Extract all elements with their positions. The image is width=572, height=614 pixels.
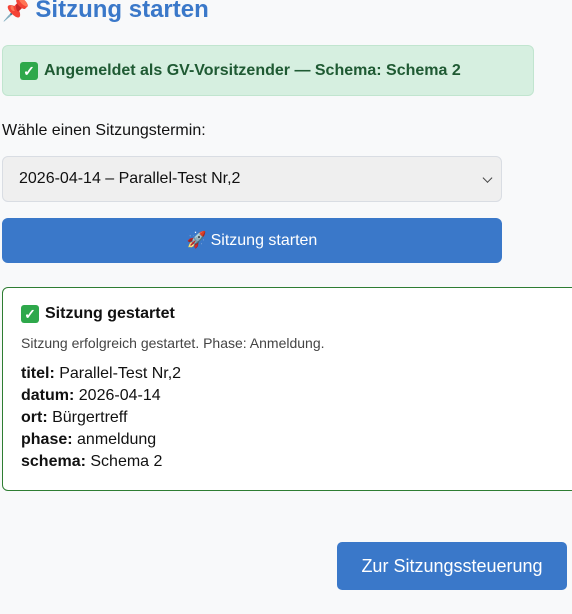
session-started-title-text: Sitzung gestartet [45, 305, 175, 322]
detail-value: Schema 2 [90, 453, 163, 470]
start-session-label: Sitzung starten [210, 231, 318, 249]
detail-key: titel: [21, 365, 55, 382]
login-status-text: Angemeldet als GV-Vorsitzender — Schema:… [44, 61, 461, 79]
detail-row-title: titel: Parallel-Test Nr,2 [21, 363, 563, 385]
check-mark-icon: ✓ [20, 61, 38, 80]
detail-row-phase: phase: anmeldung [21, 429, 563, 451]
detail-key: schema: [21, 453, 86, 470]
session-started-message: Sitzung erfolgreich gestartet. Phase: An… [21, 335, 325, 351]
chevron-down-icon [482, 173, 493, 183]
session-started-card: ✓ Sitzung gestartet Sitzung erfolgreich … [2, 287, 572, 491]
detail-row-location: ort: Bürgertreff [21, 407, 563, 429]
detail-key: datum: [21, 387, 75, 404]
check-mark-icon: ✓ [21, 305, 39, 323]
session-start-page: 📌 Sitzung starten ✓ Angemeldet als GV-Vo… [0, 0, 572, 614]
session-date-select[interactable]: 2026-04-14 – Parallel-Test Nr,2 [2, 156, 502, 202]
detail-value: 2026-04-14 [78, 387, 161, 404]
session-control-button[interactable]: Zur Sitzungssteuerung [337, 542, 567, 590]
detail-key: phase: [21, 431, 73, 448]
login-status-banner: ✓ Angemeldet als GV-Vorsitzender — Schem… [2, 45, 534, 96]
page-title: 📌 Sitzung starten [2, 0, 209, 24]
session-started-title: ✓ Sitzung gestartet [21, 305, 563, 323]
start-session-button[interactable]: 🚀 Sitzung starten [2, 218, 502, 263]
rocket-icon: 🚀 [186, 231, 207, 249]
session-details: titel: Parallel-Test Nr,2 datum: 2026-04… [21, 363, 563, 473]
detail-value: anmeldung [77, 431, 157, 448]
session-select-value: 2026-04-14 – Parallel-Test Nr,2 [19, 170, 241, 187]
pushpin-icon: 📌 [2, 0, 30, 22]
detail-value: Parallel-Test Nr,2 [59, 365, 182, 382]
session-select-label: Wähle einen Sitzungstermin: [2, 122, 206, 139]
detail-value: Bürgertreff [52, 409, 128, 426]
page-title-text: Sitzung starten [35, 0, 209, 23]
detail-row-date: datum: 2026-04-14 [21, 385, 563, 407]
detail-key: ort: [21, 409, 48, 426]
detail-row-schema: schema: Schema 2 [21, 451, 563, 473]
